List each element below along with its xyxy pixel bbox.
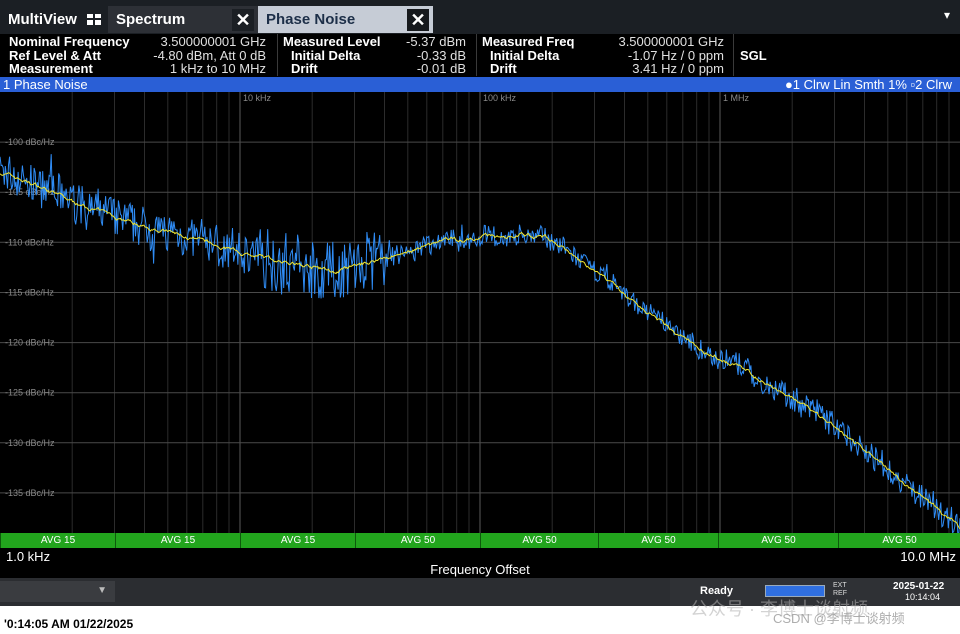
- avg-segment: AVG 50: [480, 533, 598, 548]
- y-tick-label: -130 dBc/Hz: [5, 438, 55, 448]
- avg-segment: AVG 50: [718, 533, 838, 548]
- info-label: Measurement: [9, 61, 93, 76]
- avg-segment: AVG 50: [838, 533, 960, 548]
- info-value: -0.01 dB: [416, 61, 466, 76]
- multiview-icon: [86, 14, 101, 25]
- y-tick-label: -115 dBc/Hz: [5, 287, 54, 297]
- info-label: Initial Delta: [490, 47, 560, 63]
- avg-segment: AVG 15: [0, 533, 115, 548]
- tab-multiview[interactable]: MultiView: [0, 6, 108, 33]
- ext-ref-line: EXT: [833, 582, 847, 589]
- info-value: 3.500000001 GHz: [160, 34, 266, 49]
- info-value: 3.41 Hz / 0 ppm: [632, 61, 724, 76]
- info-divider: [277, 34, 278, 76]
- window-title-bar: 1 Phase Noise ●1 Clrw Lin Smth 1% ▫2 Clr…: [0, 77, 960, 92]
- averaging-bar: AVG 15 AVG 15 AVG 15 AVG 50 AVG 50 AVG 50 AVG …: [0, 533, 960, 548]
- tab-label: MultiView: [8, 11, 77, 28]
- y-tick-label: -125 dBc/Hz: [5, 388, 55, 398]
- info-label: Measured Level: [283, 34, 381, 49]
- sweep-mode-badge: SGL: [740, 47, 767, 63]
- x-tick-label: 1 MHz: [723, 93, 750, 103]
- info-value: -5.37 dBm: [406, 34, 466, 49]
- plot-grid: [0, 92, 960, 533]
- avg-segment: AVG 50: [598, 533, 718, 548]
- close-icon[interactable]: ✕: [407, 9, 429, 31]
- info-label: Drift: [291, 61, 318, 76]
- x-tick-label: 10 kHz: [243, 93, 272, 103]
- info-label: Nominal Frequency: [9, 34, 130, 49]
- tab-bar: MultiView Spectrum ✕ Phase Noise ✕ ▾: [0, 0, 960, 34]
- y-tick-label: -120 dBc/Hz: [5, 338, 55, 348]
- info-label: Initial Delta: [291, 47, 361, 63]
- avg-segment: AVG 15: [240, 533, 355, 548]
- capture-timestamp: '0:14:05 AM 01/22/2025: [4, 617, 134, 631]
- info-value: -0.33 dB: [416, 47, 466, 63]
- info-value: -4.80 dBm, Att 0 dB: [153, 47, 266, 63]
- y-tick-label: -135 dBc/Hz: [5, 488, 55, 498]
- close-icon[interactable]: ✕: [232, 9, 254, 31]
- info-label: Drift: [490, 61, 517, 76]
- info-value: -1.07 Hz / 0 ppm: [627, 47, 724, 63]
- status-time: 10:14:04: [905, 592, 941, 602]
- tab-label: Phase Noise: [266, 11, 356, 28]
- info-label: Measured Freq: [482, 34, 575, 49]
- tab-spectrum[interactable]: Spectrum ✕: [108, 6, 258, 33]
- y-tick-label: -100 dBc/Hz: [5, 137, 55, 147]
- x-axis-ticks: 10 kHz 100 kHz 1 MHz: [243, 93, 750, 103]
- x-axis-label: Frequency Offset: [430, 562, 530, 577]
- avg-segment: AVG 15: [115, 533, 240, 548]
- info-label: Ref Level & Att: [9, 47, 101, 63]
- y-tick-label: -110 dBc/Hz: [5, 237, 54, 247]
- info-value: 1 kHz to 10 MHz: [169, 61, 266, 76]
- phase-noise-plot[interactable]: -100 dBc/Hz-105 dBc/Hz-110 dBc/Hz-115 dB…: [0, 92, 960, 533]
- avg-segment: AVG 50: [355, 533, 480, 548]
- trace-info: ●1 Clrw Lin Smth 1% ▫2 Clrw: [784, 77, 952, 92]
- status-date: 2025-01-22: [893, 581, 945, 592]
- window-title: 1 Phase Noise: [3, 77, 88, 92]
- info-divider: [476, 34, 477, 76]
- info-value: 3.500000001 GHz: [618, 34, 724, 49]
- tab-label: Spectrum: [116, 11, 186, 28]
- menu-arrow-icon[interactable]: ▾: [944, 8, 950, 22]
- measurement-info-bar: Nominal Frequency 3.500000001 GHz Ref Le…: [0, 34, 960, 76]
- info-divider: [733, 34, 734, 76]
- x-tick-label: 100 kHz: [483, 93, 517, 103]
- status-dropdown[interactable]: ▼: [0, 581, 115, 602]
- csdn-watermark: CSDN @李博士谈射频: [773, 611, 905, 626]
- tab-phase-noise[interactable]: Phase Noise ✕: [258, 6, 433, 33]
- chevron-down-icon: ▼: [97, 585, 107, 596]
